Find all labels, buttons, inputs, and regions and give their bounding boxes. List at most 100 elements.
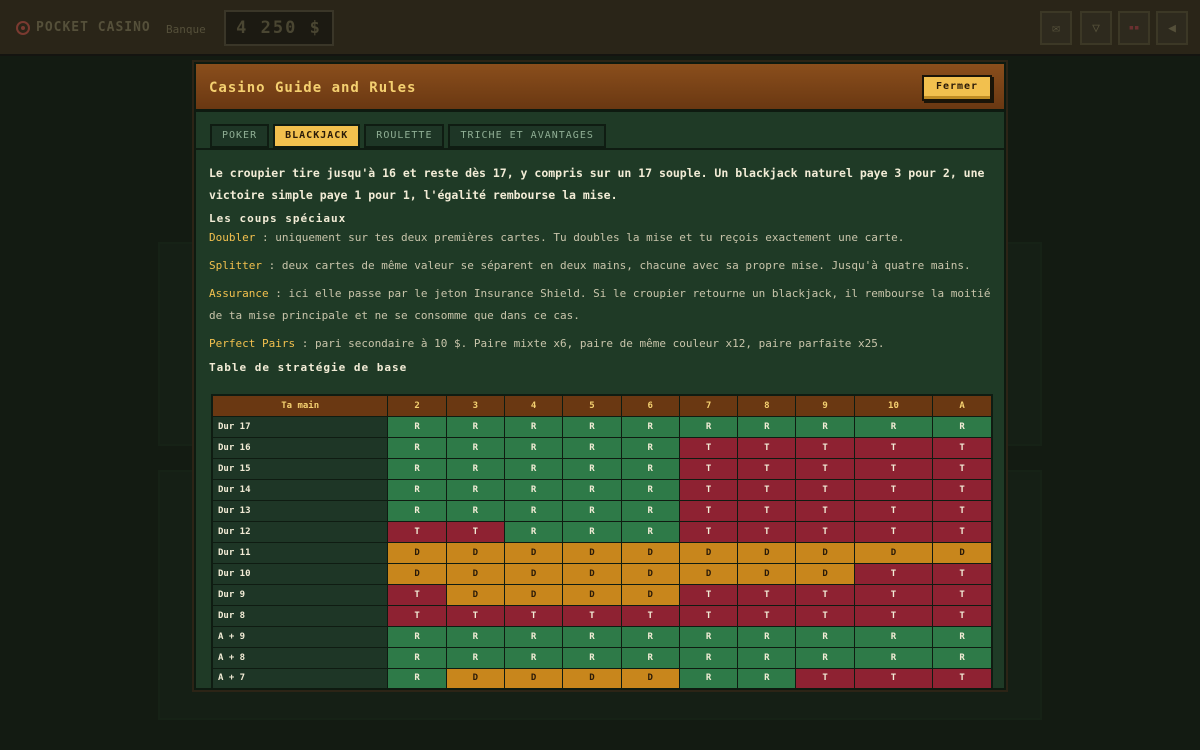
hand-label: A + 9: [211, 625, 389, 648]
strategy-cell: R: [387, 457, 447, 480]
strategy-cell: T: [737, 583, 797, 606]
strategy-cell: R: [620, 478, 680, 501]
rule-term: Assurance: [209, 287, 269, 300]
dealer-card-header: 3: [445, 394, 505, 417]
strategy-cell: R: [562, 415, 622, 438]
strategy-cell: D: [795, 562, 855, 585]
strategy-row: Dur 14 R R R R R T T T T T: [211, 478, 993, 501]
strategy-cell: D: [562, 541, 622, 564]
strategy-cell: T: [445, 604, 505, 627]
rule-split: Splitter : deux cartes de même valeur se…: [209, 255, 993, 277]
flag-icon: ▪▪: [1128, 23, 1140, 33]
strategy-cell: T: [678, 478, 739, 501]
tab-roulette[interactable]: ROULETTE: [364, 124, 445, 148]
strategy-cell: R: [503, 625, 564, 648]
modal-header: Casino Guide and Rules Fermer: [196, 64, 1004, 112]
strategy-cell: R: [853, 415, 934, 438]
rule-double: Doubler : uniquement sur tes deux premiè…: [209, 227, 993, 249]
strategy-row: Dur 9TDDDDTTTTT: [211, 583, 993, 606]
strategy-row: A + 7RDDDDRRTTT: [211, 667, 993, 688]
tab-cheats[interactable]: TRICHE ET AVANTAGES: [448, 124, 606, 148]
strategy-cell: D: [503, 562, 564, 585]
dealer-card-header: 4: [503, 394, 564, 417]
mail-icon: ✉: [1052, 20, 1060, 36]
strategy-row: Dur 11 D D D D D D D D D D: [211, 541, 993, 564]
strategy-cell: T: [932, 499, 993, 522]
dealer-card-header: 7: [678, 394, 739, 417]
strategy-cell: T: [678, 520, 739, 543]
strategy-cell: D: [445, 583, 505, 606]
strategy-cell: T: [853, 499, 934, 522]
strategy-cell: D: [795, 541, 855, 564]
strategy-cell: T: [932, 457, 993, 480]
strategy-cell: R: [932, 646, 993, 669]
language-button[interactable]: ▪▪: [1118, 11, 1150, 45]
speaker-icon: ◀: [1168, 20, 1176, 36]
strategy-cell: R: [620, 436, 680, 459]
mail-button[interactable]: ✉: [1040, 11, 1072, 45]
strategy-cell: T: [853, 667, 934, 688]
strategy-cell: T: [795, 583, 855, 606]
intro-text: Le croupier tire jusqu'à 16 et reste dès…: [209, 166, 985, 202]
strategy-cell: R: [737, 415, 797, 438]
strategy-cell: R: [503, 499, 564, 522]
strategy-cell: T: [387, 604, 447, 627]
strategy-cell: T: [678, 604, 739, 627]
strategy-cell: R: [503, 478, 564, 501]
cocktail-button[interactable]: ▽: [1080, 11, 1112, 45]
strategy-cell: T: [795, 604, 855, 627]
close-button[interactable]: Fermer: [922, 75, 992, 101]
strategy-cell: T: [678, 499, 739, 522]
strategy-cell: T: [853, 457, 934, 480]
strategy-cell: D: [562, 583, 622, 606]
strategy-cell: R: [853, 646, 934, 669]
dealer-card-header: 5: [562, 394, 622, 417]
rule-text: : ici elle passe par le jeton Insurance …: [209, 287, 991, 322]
tab-poker[interactable]: POKER: [210, 124, 270, 148]
strategy-cell: R: [503, 457, 564, 480]
dealer-card-header: 10: [853, 394, 934, 417]
strategy-cell: D: [503, 583, 564, 606]
rules-modal: Casino Guide and Rules Fermer POKER BLAC…: [194, 62, 1006, 690]
strategy-cell: T: [678, 457, 739, 480]
strategy-cell: R: [737, 646, 797, 669]
strategy-cell: T: [932, 562, 993, 585]
strategy-cell: T: [737, 499, 797, 522]
strategy-cell: R: [445, 646, 505, 669]
strategy-cell: R: [678, 415, 739, 438]
strategy-cell: R: [932, 415, 993, 438]
strategy-cell: R: [387, 625, 447, 648]
strategy-cell: D: [445, 667, 505, 688]
strategy-cell: R: [620, 457, 680, 480]
strategy-row: Dur 17 R R R R R R R R R R: [211, 415, 993, 438]
strategy-cell: D: [387, 562, 447, 585]
strategy-cell: T: [387, 583, 447, 606]
tab-divider: [196, 148, 1004, 150]
tab-blackjack[interactable]: BLACKJACK: [273, 124, 361, 148]
strategy-cell: D: [387, 541, 447, 564]
tab-bar: POKER BLACKJACK ROULETTE TRICHE ET AVANT…: [210, 124, 606, 148]
strategy-cell: R: [503, 415, 564, 438]
strategy-cell: R: [387, 667, 447, 688]
strategy-cell: D: [503, 667, 564, 688]
strategy-row: Dur 13 R R R R R T T T T T: [211, 499, 993, 522]
strategy-cell: R: [678, 625, 739, 648]
hand-label: Dur 10: [211, 562, 389, 585]
strategy-cell: R: [737, 625, 797, 648]
dealer-card-header: 9: [795, 394, 855, 417]
bank-label: Banque: [166, 23, 206, 36]
strategy-cell: T: [932, 436, 993, 459]
strategy-cell: D: [678, 541, 739, 564]
sound-button[interactable]: ◀: [1156, 11, 1188, 45]
strategy-cell: T: [853, 583, 934, 606]
strategy-cell: R: [562, 499, 622, 522]
strategy-cell: T: [853, 562, 934, 585]
rule-term: Splitter: [209, 259, 262, 272]
strategy-cell: R: [445, 625, 505, 648]
hand-label: A + 7: [211, 667, 389, 688]
hand-label: Dur 13: [211, 499, 389, 522]
strategy-cell: T: [932, 478, 993, 501]
strategy-cell: T: [853, 604, 934, 627]
rule-text: : pari secondaire à 10 $. Paire mixte x6…: [295, 337, 885, 350]
bank-balance: 4 250 $: [224, 10, 334, 46]
